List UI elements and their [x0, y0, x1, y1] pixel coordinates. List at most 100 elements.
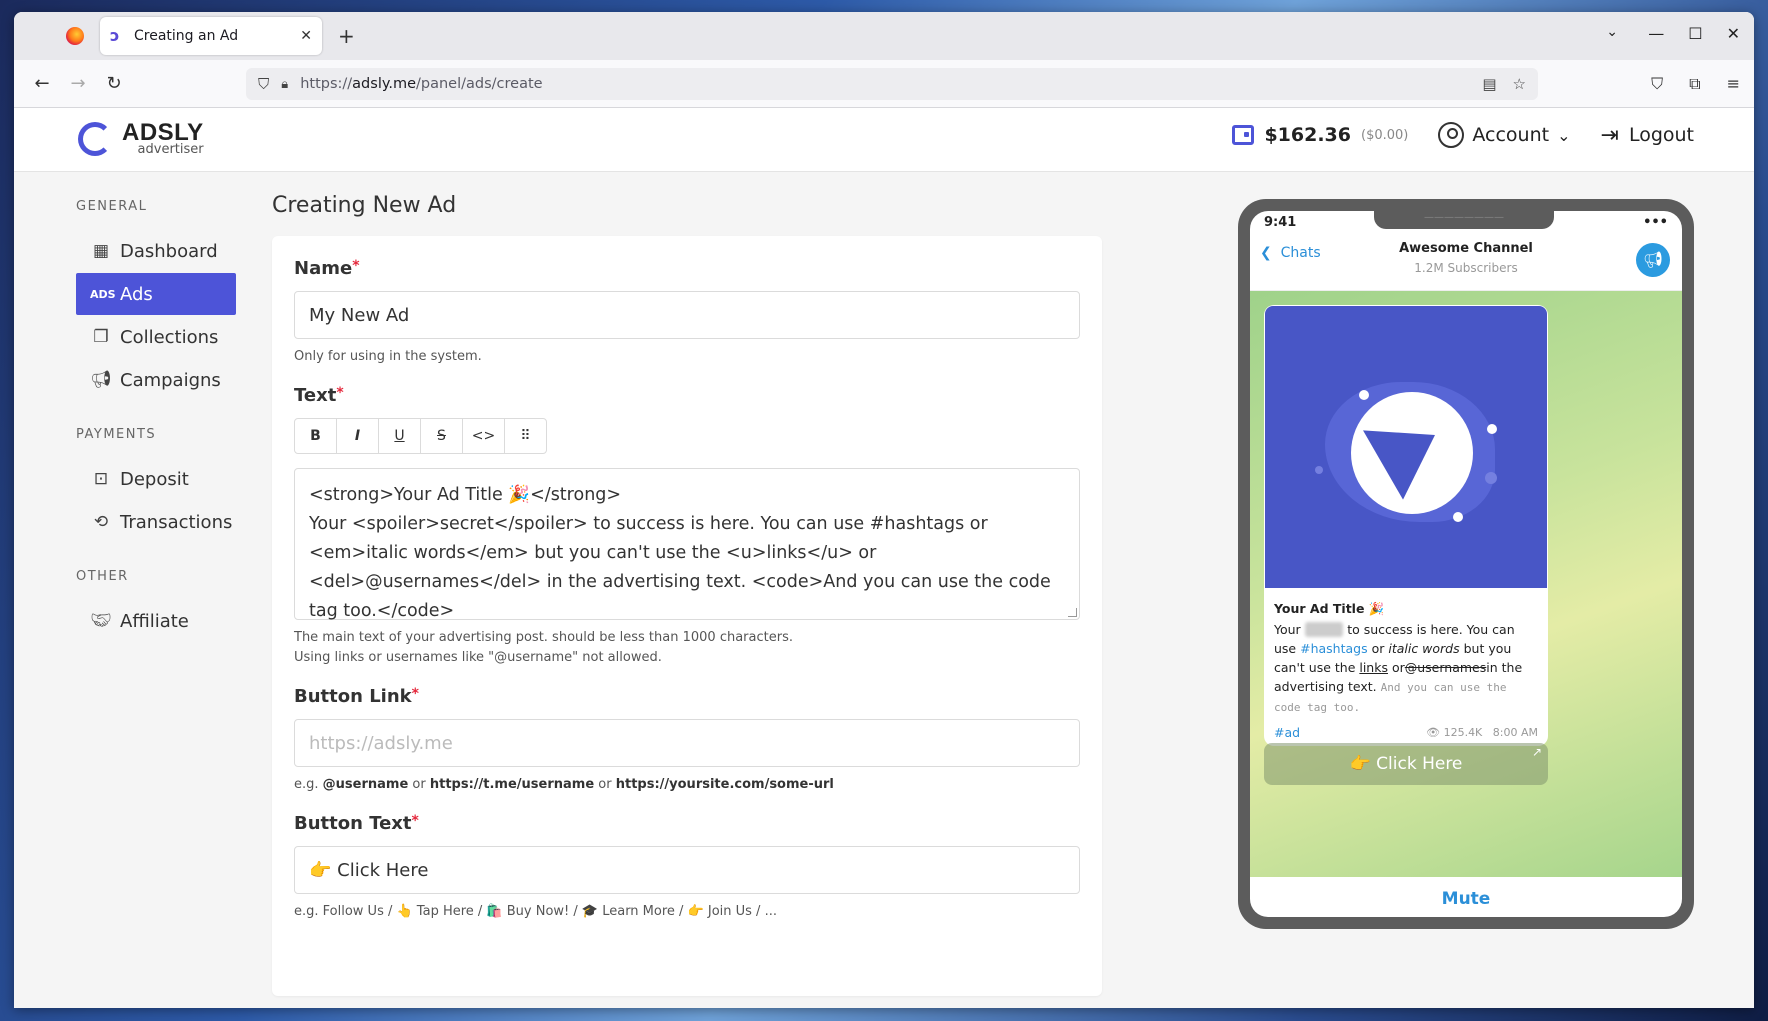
app-header: ADSLY advertiser $162.36 ($0.00) Account…	[14, 108, 1754, 172]
button-link-input[interactable]: https://adsly.me	[294, 719, 1080, 767]
button-text-input[interactable]: 👉 Click Here	[294, 846, 1080, 894]
image-dot	[1315, 466, 1323, 474]
header-actions: $162.36 ($0.00) Account ⌄ ⇥ Logout	[1232, 122, 1694, 148]
nav-bar: ← → ↻ ⛉ 🔒︎ https://adsly.me/panel/ads/cr…	[14, 60, 1754, 108]
logout-button[interactable]: ⇥ Logout	[1601, 123, 1695, 148]
shield-icon[interactable]: ⛉	[258, 75, 269, 93]
sidebar-item-affiliate[interactable]: 🤝︎ Affiliate	[76, 600, 236, 642]
adsly-logo-icon	[78, 122, 112, 156]
account-label: Account	[1472, 124, 1550, 146]
wallet-icon	[1232, 125, 1255, 145]
spoiler-button[interactable]: ⠿	[504, 418, 547, 454]
ad-text-textarea[interactable]: <strong>Your Ad Title 🎉</strong> Your <s…	[294, 468, 1080, 621]
close-tab-icon[interactable]: ✕	[300, 28, 312, 44]
browser-window: ↄ Creating an Ad ✕ + ⌄ — ☐ ✕ ← → ↻ ⛉ 🔒︎ …	[14, 12, 1754, 1008]
logout-label: Logout	[1628, 124, 1694, 146]
image-dot	[1359, 390, 1369, 400]
sidebar-item-campaigns[interactable]: 📢︎ Campaigns	[76, 359, 236, 401]
text-format-toolbar: B I U S <> ⠿	[294, 418, 1080, 454]
message-time: 8:00 AM	[1492, 726, 1538, 739]
pocket-icon[interactable]: ⛉	[1651, 74, 1663, 94]
strikethrough-button[interactable]: S	[420, 418, 463, 454]
status-dots: •••	[1643, 215, 1668, 230]
ads-icon: ADS	[90, 287, 116, 301]
mute-button[interactable]: Mute	[1250, 881, 1682, 917]
underline-button[interactable]: U	[378, 418, 421, 454]
balance-display[interactable]: $162.36 ($0.00)	[1232, 124, 1408, 146]
brand-name: ADSLY	[122, 119, 204, 146]
sidebar: GENERAL ▦ Dashboard ADS Ads ❐ Collection…	[76, 173, 236, 643]
main-area: GENERAL ▦ Dashboard ADS Ads ❐ Collection…	[14, 173, 1754, 1008]
phone-preview: ———————— 9:41 ••• ❮ Chats Awesome Channe…	[1238, 199, 1694, 929]
lock-icon[interactable]: 🔒︎	[281, 77, 288, 92]
menu-label-payments: PAYMENTS	[76, 427, 157, 442]
bookmark-star-icon[interactable]: ☆	[1513, 75, 1526, 93]
tab-bar: ↄ Creating an Ad ✕ + ⌄ — ☐ ✕	[14, 12, 1754, 60]
menu-label-general: GENERAL	[76, 199, 148, 214]
status-time: 9:41	[1264, 215, 1297, 230]
telegram-logo-image	[1265, 306, 1547, 588]
sidebar-item-deposit[interactable]: ⊡ Deposit	[76, 458, 236, 500]
external-link-icon: ↗	[1531, 745, 1542, 759]
back-icon[interactable]: ←	[24, 73, 60, 94]
ad-form-card: Name* My New Ad Only for using in the sy…	[272, 236, 1102, 996]
url-text[interactable]: https://adsly.me/panel/ads/create	[300, 76, 542, 92]
extensions-icon[interactable]: ⧉	[1689, 74, 1700, 94]
text-help: The main text of your advertising post. …	[294, 630, 793, 665]
text-label: Text*	[294, 385, 344, 406]
name-input[interactable]: My New Ad	[294, 291, 1080, 339]
chevron-down-icon: ⌄	[1557, 125, 1571, 145]
url-bar[interactable]: ⛉ 🔒︎ https://adsly.me/panel/ads/create ▤…	[246, 68, 1538, 100]
reload-icon[interactable]: ↻	[96, 73, 132, 94]
button-link-help: e.g. @username or https://t.me/username …	[294, 777, 834, 792]
button-link-label: Button Link*	[294, 686, 419, 707]
close-window-icon[interactable]: ✕	[1727, 24, 1740, 43]
sidebar-item-collections[interactable]: ❐ Collections	[76, 316, 236, 358]
menu-icon[interactable]: ≡	[1727, 74, 1740, 94]
phone-notch: ————————	[1374, 211, 1554, 229]
code-button[interactable]: <>	[462, 418, 505, 454]
toolbar-right: ⛉ ⧉ ≡	[1651, 74, 1740, 94]
sidebar-item-ads[interactable]: ADS Ads	[76, 273, 236, 315]
spoiler-text[interactable]: secret	[1304, 622, 1344, 637]
name-label: Name*	[294, 258, 360, 279]
history-icon: ⟲	[93, 512, 109, 532]
forward-icon[interactable]: →	[60, 73, 96, 94]
tab-list-icon[interactable]: ⌄	[1606, 24, 1618, 40]
inline-button-preview[interactable]: 👉 Click Here ↗	[1264, 743, 1548, 785]
italic-button[interactable]: I	[336, 418, 379, 454]
url-actions: ▤ ☆	[1482, 75, 1526, 93]
chat-header: ❮ Chats Awesome Channel 1.2M Subscribers…	[1250, 233, 1682, 291]
browser-tab[interactable]: ↄ Creating an Ad ✕	[100, 17, 322, 55]
new-tab-icon[interactable]: +	[338, 24, 355, 48]
adsly-favicon-icon: ↄ	[110, 26, 120, 45]
logout-icon: ⇥	[1600, 122, 1619, 148]
message-text: Your Ad Title 🎉 Your secret to success i…	[1264, 589, 1548, 725]
channel-name: Awesome Channel	[1399, 241, 1533, 256]
content: Creating New Ad Name* My New Ad Only for…	[272, 173, 1102, 996]
bold-button[interactable]: B	[294, 418, 337, 454]
balance-amount: $162.36	[1264, 124, 1351, 146]
maximize-icon[interactable]: ☐	[1688, 24, 1702, 43]
firefox-icon[interactable]	[66, 27, 84, 45]
page-title: Creating New Ad	[272, 193, 457, 218]
megaphone-icon: 📢︎	[90, 370, 112, 390]
account-menu[interactable]: Account ⌄	[1438, 122, 1571, 148]
tab-title: Creating an Ad	[134, 28, 239, 44]
brand-logo[interactable]: ADSLY advertiser	[78, 119, 204, 156]
sidebar-item-dashboard[interactable]: ▦ Dashboard	[76, 230, 236, 272]
image-dot	[1453, 512, 1463, 522]
image-dot	[1487, 424, 1497, 434]
minimize-icon[interactable]: —	[1648, 24, 1664, 43]
window-controls: — ☐ ✕	[1648, 24, 1740, 43]
hashtag-link[interactable]: #hashtags	[1300, 641, 1368, 656]
ad-hashtag[interactable]: #ad	[1274, 725, 1300, 740]
user-circle-icon	[1438, 122, 1465, 148]
reader-view-icon[interactable]: ▤	[1482, 75, 1496, 93]
balance-pending: ($0.00)	[1361, 127, 1409, 143]
megaphone-icon[interactable]: 📢︎	[1636, 243, 1670, 277]
name-help: Only for using in the system.	[294, 349, 482, 364]
wallet-icon: ⊡	[93, 469, 109, 489]
handshake-icon: 🤝︎	[90, 611, 112, 631]
sidebar-item-transactions[interactable]: ⟲ Transactions	[76, 501, 236, 543]
